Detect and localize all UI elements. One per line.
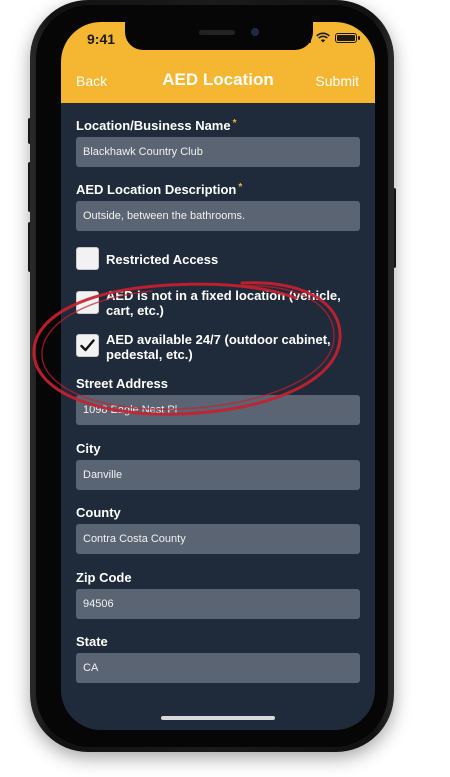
home-indicator [161,716,275,720]
top-bar: 9:41 Back AED Location Submit [61,22,375,103]
state-label: State [76,634,108,649]
description-label-text: AED Location Description [76,182,237,197]
description-label: AED Location Description * [76,182,242,197]
camera-icon [251,28,259,36]
checkmark-icon [80,339,95,352]
county-field[interactable]: Contra Costa County [76,524,360,554]
street-address-label: Street Address [76,376,168,391]
location-name-field[interactable]: Blackhawk Country Club [76,137,360,167]
location-name-label: Location/Business Name * [76,118,237,133]
available-24-7-label: AED available 24/7 (outdoor cabinet, ped… [106,332,331,362]
battery-icon [335,33,360,43]
speaker-grille [199,30,235,35]
zip-code-label: Zip Code [76,570,132,585]
restricted-access-checkbox[interactable] [76,247,99,270]
description-field[interactable]: Outside, between the bathrooms. [76,201,360,231]
status-time: 9:41 [87,31,116,47]
wifi-icon [316,32,330,43]
zip-code-field[interactable]: 94506 [76,589,360,619]
required-marker: * [238,182,243,193]
city-field[interactable]: Danville [76,460,360,490]
street-address-field[interactable]: 1098 Eagle Nest Pl [76,395,360,425]
state-field[interactable]: CA [76,653,360,683]
not-fixed-location-label: AED is not in a fixed location (vehicle,… [106,288,341,318]
app-screen: 9:41 Back AED Location Submit Location/B… [61,22,375,730]
location-name-label-text: Location/Business Name [76,118,231,133]
not-fixed-location-checkbox[interactable] [76,291,99,314]
phone-notch [125,22,313,50]
county-label: County [76,505,121,520]
restricted-access-label: Restricted Access [106,252,219,267]
submit-button[interactable]: Submit [315,73,359,89]
city-label: City [76,441,101,456]
required-marker: * [232,118,237,129]
available-24-7-checkbox[interactable] [76,334,99,357]
